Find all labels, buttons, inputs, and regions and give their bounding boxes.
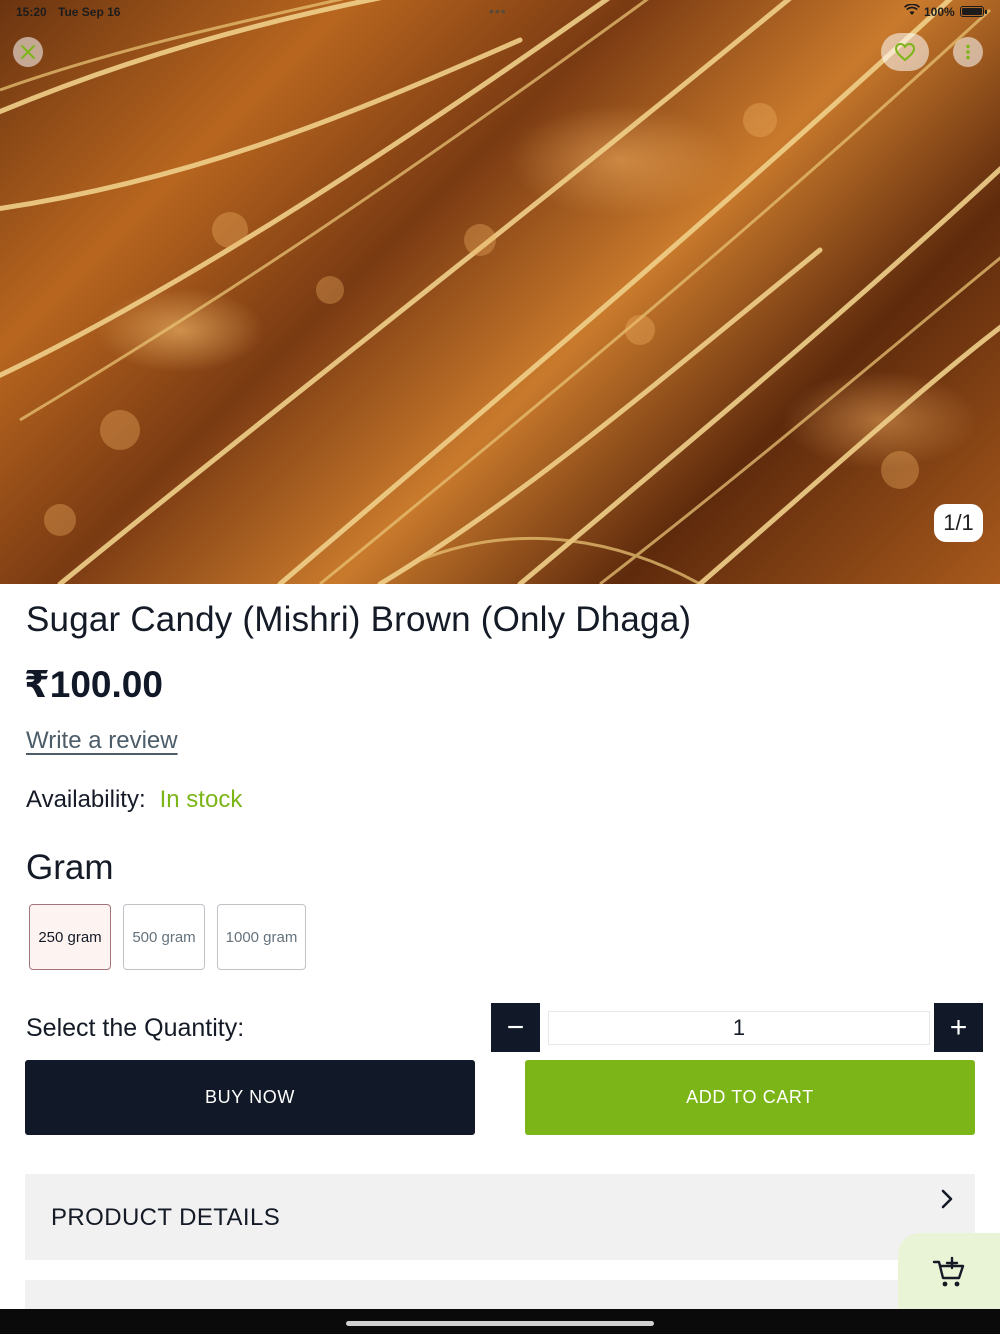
variant-option-250-gram[interactable]: 250 gram [29,904,111,970]
buy-now-button[interactable]: BUY NOW [25,1060,475,1135]
variant-option-500-gram[interactable]: 500 gram [123,904,205,970]
home-indicator-area [0,1309,1000,1334]
add-to-cart-button[interactable]: ADD TO CART [525,1060,975,1135]
chevron-right-icon [940,1188,954,1215]
status-bar: 15:20 Tue Sep 16 ••• 100% [0,0,1000,24]
home-indicator[interactable] [346,1321,654,1326]
battery-percent: 100% [924,5,955,19]
heart-icon [894,42,916,62]
quantity-increase-button[interactable]: + [934,1003,983,1052]
write-review-link[interactable]: Write a review [26,727,178,755]
wifi-icon [903,3,921,19]
product-title: Sugar Candy (Mishri) Brown (Only Dhaga) [26,600,692,639]
variant-heading: Gram [26,848,114,887]
close-icon [21,45,35,59]
quantity-decrease-button[interactable]: − [491,1003,540,1052]
status-date: Tue Sep 16 [58,5,121,19]
availability-label: Availability: [26,786,146,813]
quantity-input[interactable]: 1 [548,1011,930,1045]
wishlist-button[interactable] [881,33,929,71]
quantity-label: Select the Quantity: [26,1014,245,1042]
availability-row: Availability: In stock [26,786,242,814]
variant-option-1000-gram[interactable]: 1000 gram [217,904,306,970]
product-price: ₹100.00 [24,664,163,705]
product-details-label: PRODUCT DETAILS [51,1204,281,1231]
availability-status: In stock [159,786,243,813]
close-button[interactable] [13,37,43,67]
image-page-indicator: 1/1 [934,504,983,542]
status-time: 15:20 [16,5,47,19]
floating-cart-button[interactable] [898,1233,1000,1313]
add-to-cart-icon [932,1256,965,1287]
more-vertical-icon [966,44,970,60]
product-details-section[interactable]: PRODUCT DETAILS [25,1174,975,1260]
product-image[interactable] [0,0,1000,584]
multitasking-dots[interactable]: ••• [489,3,507,19]
battery-icon [960,6,987,17]
candy-strings-illustration [0,0,1000,584]
more-options-button[interactable] [953,37,983,67]
